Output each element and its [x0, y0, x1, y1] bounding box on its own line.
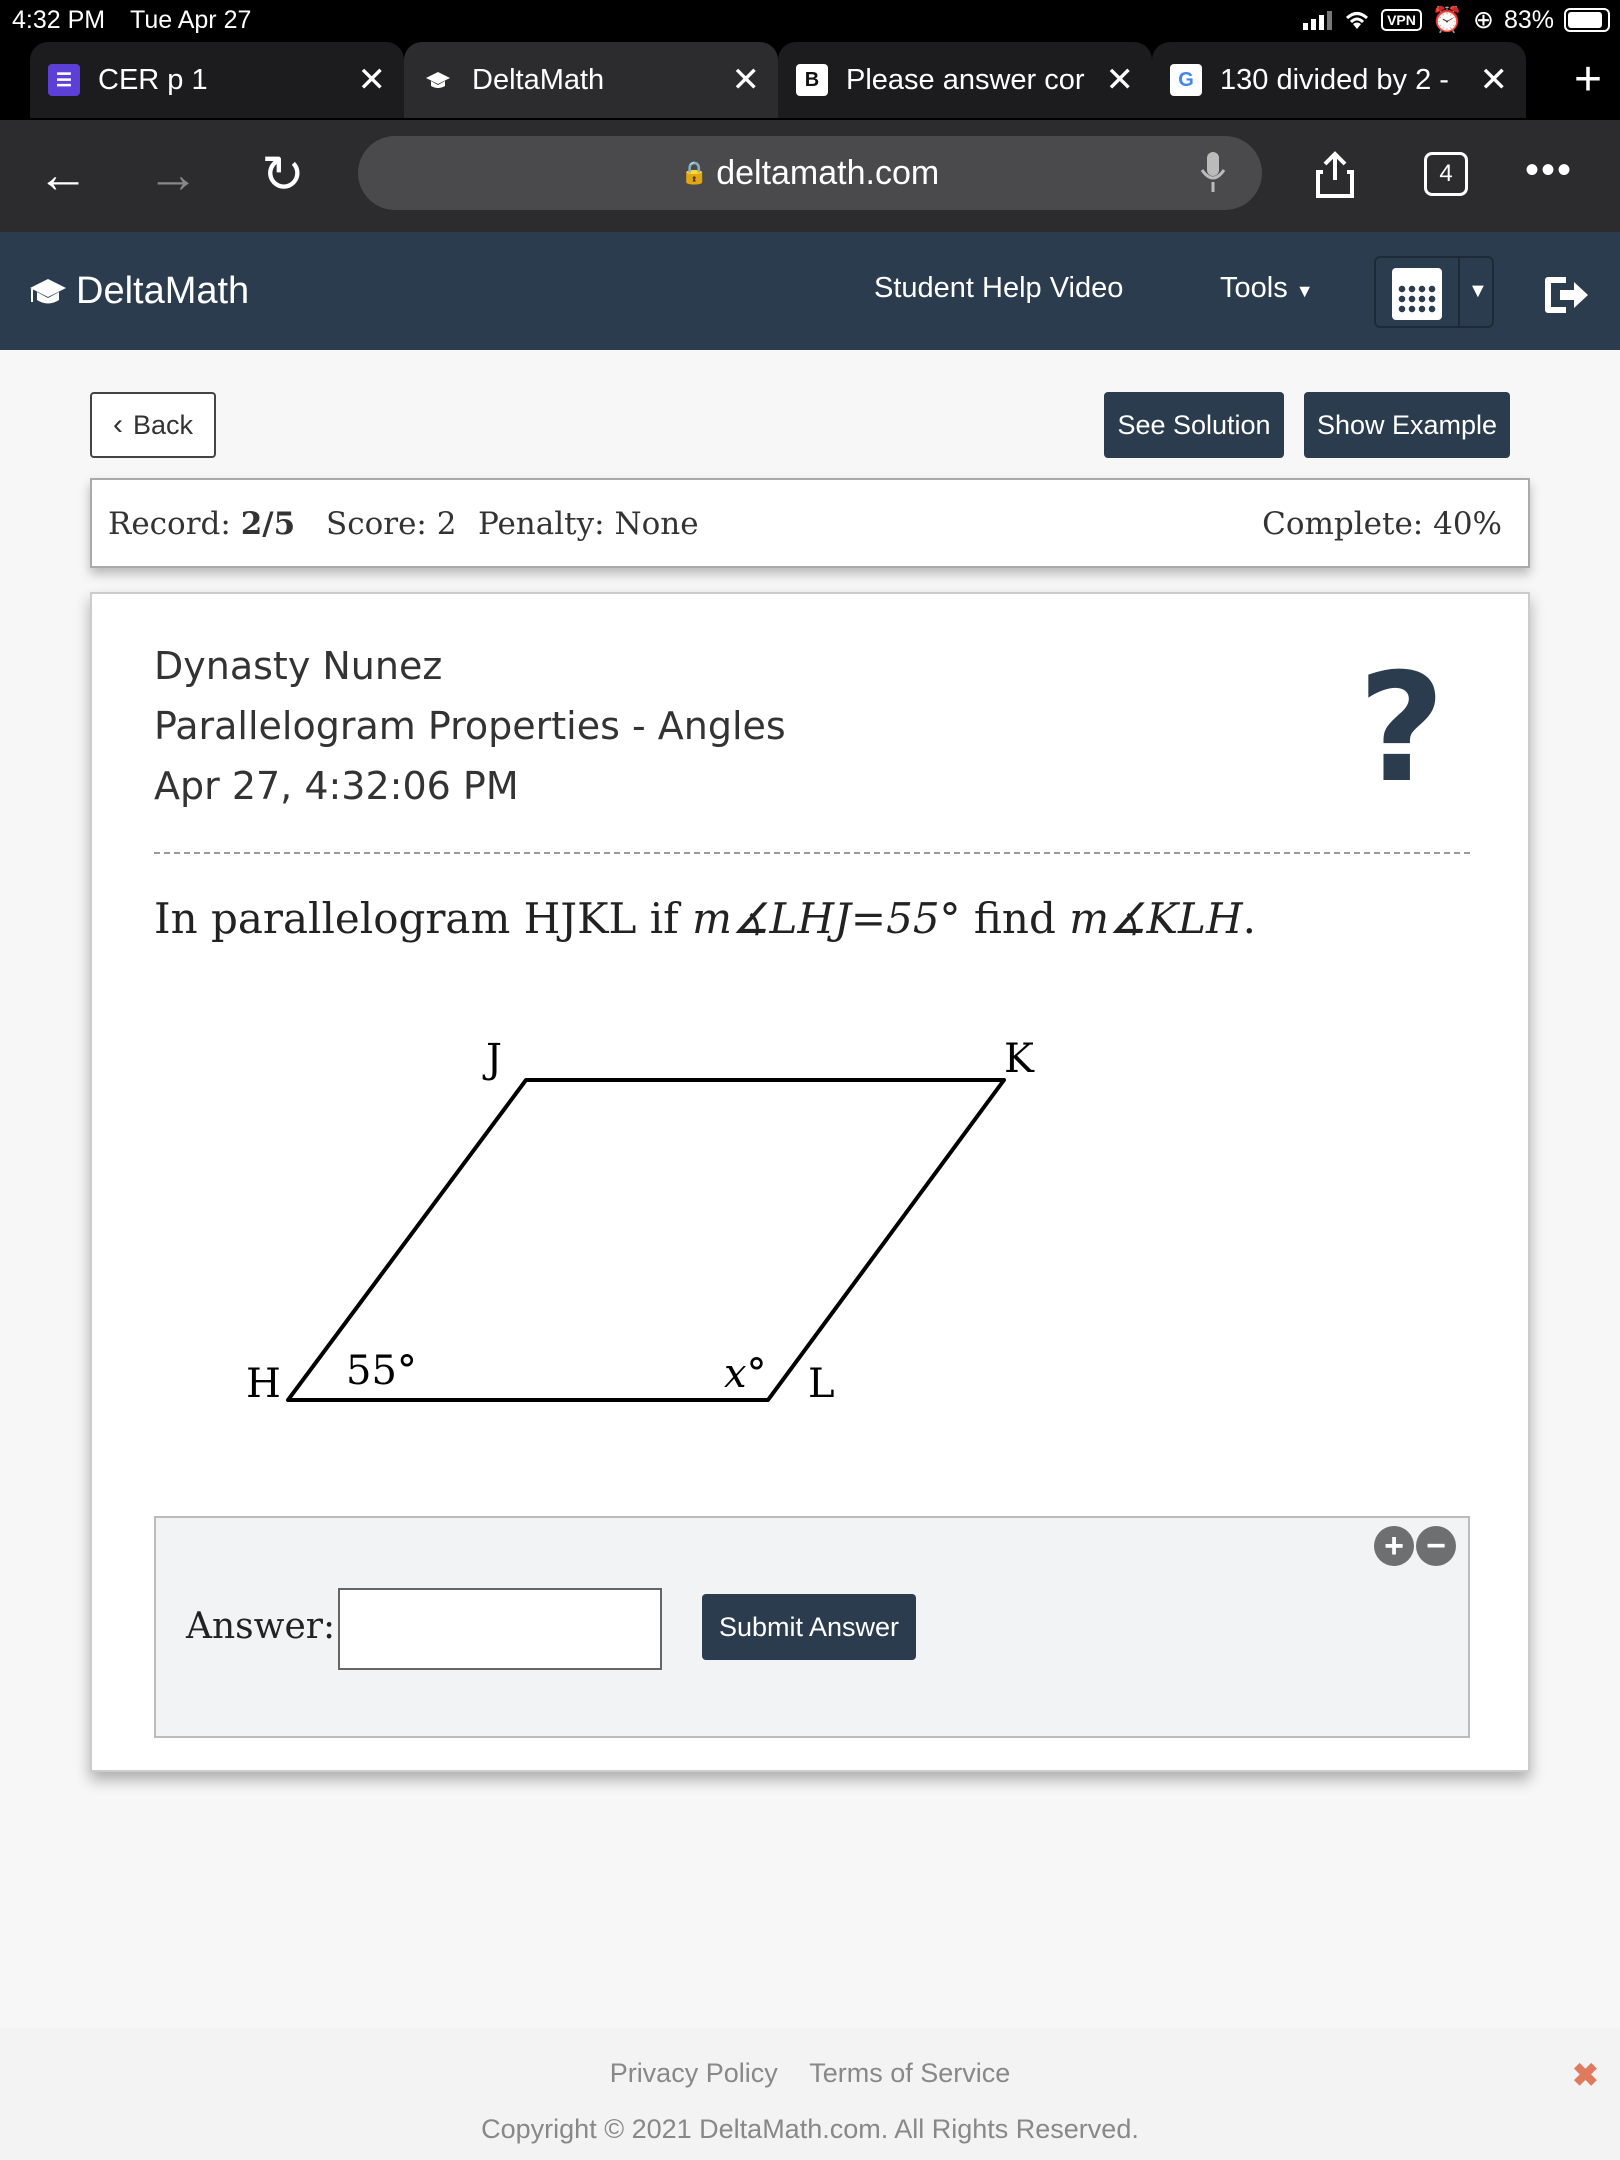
back-arrow-icon[interactable]: ←	[28, 140, 98, 210]
copyright-text: Copyright © 2021 DeltaMath.com. All Righ…	[481, 2114, 1139, 2144]
deltamath-logo[interactable]: DeltaMath	[28, 270, 249, 313]
caret-down-icon: ▼	[1295, 281, 1314, 301]
b-icon: B	[796, 64, 828, 96]
close-icon[interactable]: ✖	[1572, 2056, 1599, 2094]
browser-tab-bar: ☰ CER p 1 ✕ DeltaMath ✕ B Please answer …	[0, 40, 1620, 120]
status-bar: 4:32 PM Tue Apr 27 VPN ⏰ ⊕ 83%	[0, 0, 1620, 40]
penalty-stat: Penalty: None	[478, 506, 699, 542]
status-time: 4:32 PM	[12, 6, 106, 34]
vertex-label-k: K	[1004, 1036, 1035, 1082]
tools-label: Tools	[1220, 272, 1288, 304]
signal-icon	[1303, 11, 1333, 30]
tab-label: 130 divided by 2 -	[1220, 63, 1449, 96]
vertex-label-j: J	[482, 1036, 502, 1082]
footer: Privacy Policy Terms of Service Copyrigh…	[0, 2028, 1620, 2160]
lock-rotation-icon: ⊕	[1473, 6, 1494, 34]
more-menu-icon[interactable]: •••	[1525, 148, 1573, 193]
reload-icon[interactable]: ↻	[248, 140, 318, 210]
angle-label-h: 55°	[346, 1348, 417, 1394]
close-icon[interactable]: ✕	[358, 60, 387, 100]
microphone-icon[interactable]	[1198, 150, 1228, 203]
calculator-button[interactable]: ▼	[1374, 256, 1494, 328]
zoom-out-icon[interactable]: −	[1416, 1526, 1456, 1566]
forward-arrow-icon[interactable]: →	[138, 140, 208, 210]
tab-cer[interactable]: ☰ CER p 1 ✕	[30, 42, 404, 118]
problem-card: Dynasty Nunez Parallelogram Properties -…	[90, 592, 1530, 1772]
vertex-label-l: L	[808, 1361, 835, 1407]
tab-please-answer[interactable]: B Please answer cor ✕	[778, 42, 1152, 118]
list-icon: ☰	[48, 64, 80, 96]
answer-panel: + − Answer: Submit Answer	[154, 1516, 1470, 1738]
parallelogram-diagram: H J K L 55° x°	[246, 1036, 1035, 1407]
calculator-icon	[1392, 268, 1442, 320]
angle-label-l: x°	[724, 1351, 767, 1397]
tools-menu[interactable]: Tools ▼	[1220, 272, 1314, 305]
complete-stat: Complete: 40%	[1262, 506, 1502, 542]
wifi-icon	[1346, 12, 1369, 29]
google-icon: G	[1170, 64, 1202, 96]
tab-count-button[interactable]: 4	[1424, 152, 1468, 196]
zoom-in-icon[interactable]: +	[1374, 1526, 1414, 1566]
vpn-badge: VPN	[1381, 9, 1422, 31]
show-example-button[interactable]: Show Example	[1304, 392, 1510, 458]
battery-percent: 83%	[1503, 5, 1554, 34]
privacy-policy-link[interactable]: Privacy Policy	[610, 2058, 778, 2088]
battery-icon	[1564, 8, 1610, 32]
graduation-cap-icon	[422, 64, 454, 96]
tab-google-search[interactable]: G 130 divided by 2 - ✕	[1152, 42, 1526, 118]
tab-deltamath[interactable]: DeltaMath ✕	[404, 42, 778, 118]
brand-name: DeltaMath	[76, 270, 250, 312]
app-header: DeltaMath Student Help Video Tools ▼ ▼	[0, 232, 1620, 350]
score-stat: Score: 2	[326, 506, 457, 542]
record-stat: Record: 2/5	[108, 506, 295, 542]
tab-label: CER p 1	[98, 63, 208, 96]
tab-label: DeltaMath	[472, 63, 605, 96]
graduation-cap-icon	[30, 278, 66, 303]
record-value: 2/5	[240, 506, 296, 542]
see-solution-button[interactable]: See Solution	[1104, 392, 1284, 458]
alarm-icon: ⏰	[1431, 5, 1463, 34]
answer-label: Answer:	[186, 1606, 336, 1647]
status-date: Tue Apr 27	[130, 6, 252, 34]
record-label: Record:	[108, 506, 231, 542]
address-bar[interactable]: 🔒 deltamath.com	[358, 136, 1262, 210]
share-icon[interactable]	[1300, 140, 1370, 210]
close-icon[interactable]: ✕	[1106, 60, 1135, 100]
close-icon[interactable]: ✕	[1480, 60, 1509, 100]
chevron-left-icon: ‹	[112, 408, 123, 441]
student-help-video-link[interactable]: Student Help Video	[874, 272, 1123, 305]
caret-down-icon[interactable]: ▼	[1468, 280, 1488, 303]
submit-answer-button[interactable]: Submit Answer	[702, 1594, 916, 1660]
close-icon[interactable]: ✕	[732, 60, 761, 100]
lock-icon: 🔒	[680, 160, 709, 185]
tab-label: Please answer cor	[846, 63, 1085, 96]
calculator-divider	[1458, 258, 1460, 326]
answer-input[interactable]	[338, 1588, 662, 1670]
logout-icon[interactable]	[1542, 274, 1590, 326]
new-tab-button[interactable]: +	[1574, 52, 1602, 107]
back-label: Back	[132, 409, 194, 440]
vertex-label-h: H	[246, 1361, 281, 1407]
terms-of-service-link[interactable]: Terms of Service	[809, 2058, 1010, 2088]
url-text: deltamath.com	[716, 153, 940, 192]
record-bar: Record: 2/5 Score: 2 Penalty: None Compl…	[90, 478, 1530, 568]
back-button[interactable]: ‹ Back	[90, 392, 216, 458]
